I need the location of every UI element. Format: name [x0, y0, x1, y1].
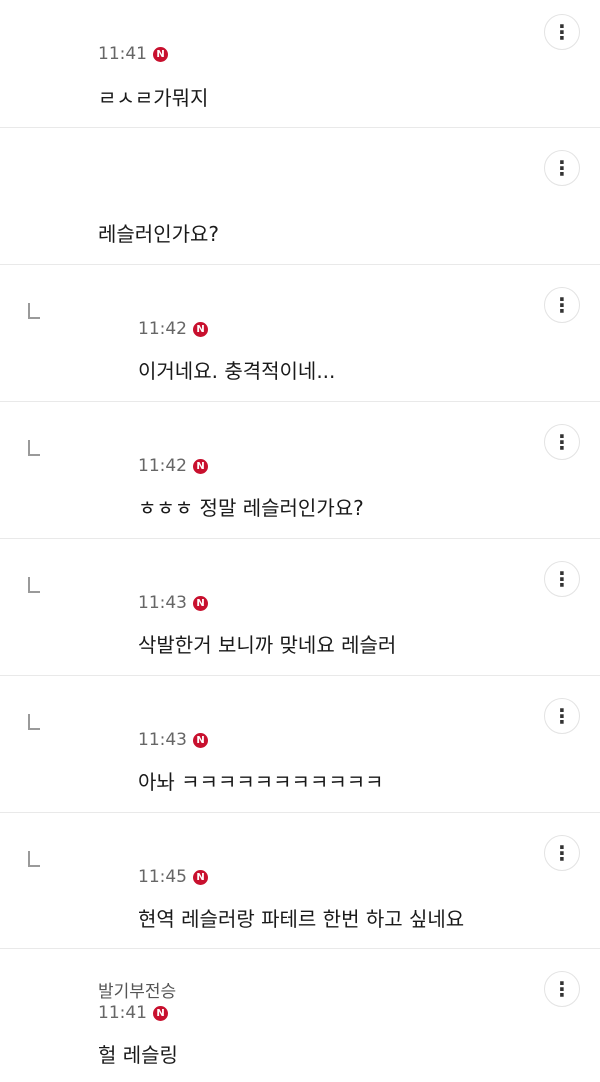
more-options-button[interactable]: ⋮	[544, 14, 580, 50]
comment-text: 레슬러인가요?	[98, 222, 220, 246]
more-icon: ⋮	[552, 841, 572, 865]
comment-item: 발기부전승 11:41 N 헐 레슬링 ⋮	[0, 949, 600, 1082]
comment-author[interactable]: 발기부전승	[98, 977, 176, 1002]
reply-arrow-icon	[28, 714, 40, 730]
comment-text: 삭발한거 보니까 맞네요 레슬러	[138, 633, 397, 657]
new-badge-icon: N	[153, 1005, 168, 1021]
reply-arrow-icon	[28, 851, 40, 867]
comment-time: 11:43 N	[138, 593, 208, 613]
comment-time: 11:41 N	[98, 44, 168, 64]
time-text: 11:43	[138, 730, 187, 750]
new-badge-icon: N	[153, 46, 168, 62]
more-icon: ⋮	[552, 567, 572, 591]
reply-item: 11:43 N 아놔 ㅋㅋㅋㅋㅋㅋㅋㅋㅋㅋㅋ ⋮	[0, 676, 600, 813]
reply-arrow-icon	[28, 440, 40, 456]
new-badge-icon: N	[193, 595, 208, 611]
comment-text: 헐 레슬링	[98, 1043, 178, 1067]
comment-text: ㄹㅅㄹ가뭐지	[98, 86, 209, 110]
new-badge-icon: N	[193, 458, 208, 474]
comment-text: 이거네요. 충격적이네...	[138, 359, 336, 383]
more-icon: ⋮	[552, 20, 572, 44]
reply-arrow-icon	[28, 303, 40, 319]
time-text: 11:43	[138, 593, 187, 613]
new-badge-icon: N	[193, 869, 208, 885]
comment-time: 11:43 N	[138, 730, 208, 750]
more-icon: ⋮	[552, 156, 572, 180]
new-badge-icon: N	[193, 321, 208, 337]
new-badge-icon: N	[193, 732, 208, 748]
comment-text: 현역 레슬러랑 파테르 한번 하고 싶네요	[138, 907, 465, 931]
time-text: 11:42	[138, 319, 187, 339]
more-icon: ⋮	[552, 977, 572, 1001]
time-text: 11:45	[138, 867, 187, 887]
reply-item: 11:43 N 삭발한거 보니까 맞네요 레슬러 ⋮	[0, 539, 600, 676]
comment-time: 11:41 N	[98, 1003, 168, 1023]
more-options-button[interactable]: ⋮	[544, 835, 580, 871]
more-options-button[interactable]: ⋮	[544, 698, 580, 734]
reply-item: 11:45 N 현역 레슬러랑 파테르 한번 하고 싶네요 ⋮	[0, 813, 600, 949]
comment-time: 11:45 N	[138, 867, 208, 887]
more-options-button[interactable]: ⋮	[544, 971, 580, 1007]
comment-text: 아놔 ㅋㅋㅋㅋㅋㅋㅋㅋㅋㅋㅋ	[138, 770, 384, 794]
reply-arrow-icon	[28, 577, 40, 593]
comment-text: ㅎㅎㅎ 정말 레슬러인가요?	[138, 496, 364, 520]
time-text: 11:41	[98, 1003, 147, 1023]
comment-item: 레슬러인가요? ⋮	[0, 128, 600, 265]
time-text: 11:41	[98, 44, 147, 64]
time-text: 11:42	[138, 456, 187, 476]
reply-item: 11:42 N ㅎㅎㅎ 정말 레슬러인가요? ⋮	[0, 402, 600, 539]
reply-item: 11:42 N 이거네요. 충격적이네... ⋮	[0, 265, 600, 402]
more-icon: ⋮	[552, 293, 572, 317]
more-options-button[interactable]: ⋮	[544, 424, 580, 460]
more-options-button[interactable]: ⋮	[544, 561, 580, 597]
more-icon: ⋮	[552, 704, 572, 728]
more-options-button[interactable]: ⋮	[544, 150, 580, 186]
comment-time: 11:42 N	[138, 319, 208, 339]
comment-item: 11:41 N ㄹㅅㄹ가뭐지 ⋮	[0, 0, 600, 128]
comment-time: 11:42 N	[138, 456, 208, 476]
more-icon: ⋮	[552, 430, 572, 454]
more-options-button[interactable]: ⋮	[544, 287, 580, 323]
